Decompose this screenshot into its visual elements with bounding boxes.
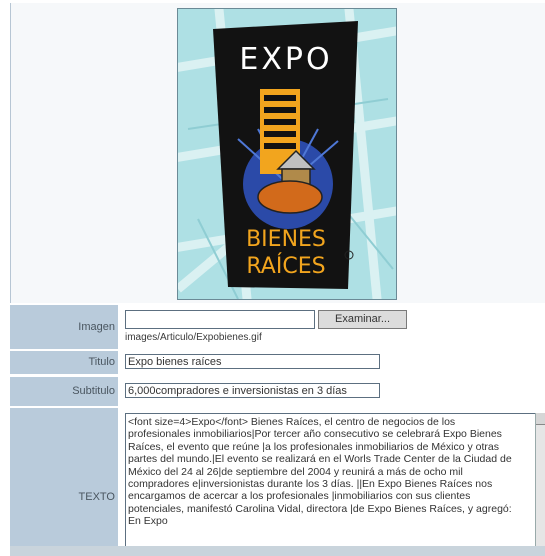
subtitulo-input[interactable]: 6,000compradores e inversionistas en 3 d… bbox=[125, 383, 380, 398]
texto-row: TEXTO <font size=4>Expo</font> Bienes Ra… bbox=[10, 408, 545, 556]
poster-graphic: EXPO BIENES RAÍCES bbox=[178, 9, 396, 299]
texto-label: TEXTO bbox=[78, 491, 115, 503]
subtitulo-row: Subtitulo 6,000compradores e inversionis… bbox=[10, 377, 545, 406]
titulo-label-cell: Titulo bbox=[10, 351, 120, 374]
texto-cell: <font size=4>Expo</font> Bienes Raíces, … bbox=[122, 408, 545, 556]
scroll-up-arrow-icon[interactable] bbox=[536, 413, 545, 425]
imagen-label: Imagen bbox=[78, 321, 115, 333]
image-preview: EXPO BIENES RAÍCES bbox=[10, 3, 545, 303]
poster-title: EXPO bbox=[239, 42, 332, 77]
image-path: images/Articulo/Expobienes.gif bbox=[125, 332, 262, 343]
file-input[interactable] bbox=[125, 310, 315, 329]
imagen-label-cell: Imagen bbox=[10, 305, 120, 349]
imagen-row: Imagen Examinar... images/Articulo/Expob… bbox=[10, 305, 545, 349]
poster-line2: RAÍCES bbox=[246, 253, 325, 279]
titulo-cell: Expo bienes raíces bbox=[122, 351, 545, 374]
textarea-scrollbar[interactable] bbox=[535, 413, 545, 556]
expo-poster-image: EXPO BIENES RAÍCES bbox=[177, 8, 397, 300]
subtitulo-cell: 6,000compradores e inversionistas en 3 d… bbox=[122, 377, 545, 406]
imagen-cell: Examinar... images/Articulo/Expobienes.g… bbox=[122, 305, 545, 349]
bottom-bar bbox=[10, 546, 545, 556]
poster-line1: BIENES bbox=[246, 227, 326, 252]
texto-textarea[interactable]: <font size=4>Expo</font> Bienes Raíces, … bbox=[125, 413, 536, 556]
titulo-label: Titulo bbox=[88, 356, 116, 368]
titulo-row: Titulo Expo bienes raíces bbox=[10, 351, 545, 374]
subtitulo-label-cell: Subtitulo bbox=[10, 377, 120, 406]
titulo-input[interactable]: Expo bienes raíces bbox=[125, 354, 380, 369]
subtitulo-label: Subtitulo bbox=[72, 385, 115, 397]
form-frame: EXPO BIENES RAÍCES Imagen Examinar... im… bbox=[0, 0, 545, 556]
browse-button[interactable]: Examinar... bbox=[318, 310, 407, 329]
texto-label-cell: TEXTO bbox=[10, 408, 120, 556]
